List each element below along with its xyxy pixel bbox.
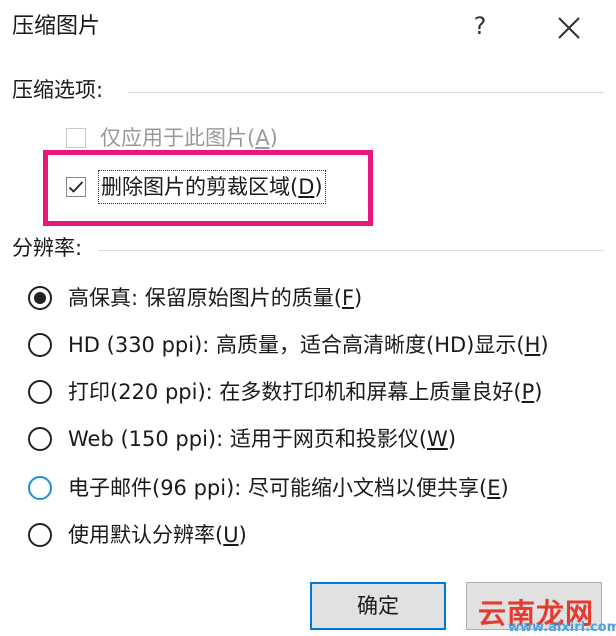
radio-default-resolution[interactable]: 使用默认分辨率(U): [28, 520, 247, 550]
dialog-title: 压缩图片: [12, 14, 101, 39]
close-icon: [558, 17, 580, 39]
radio-button[interactable]: [28, 333, 52, 357]
group-divider: [98, 250, 604, 251]
checkmark-icon: [68, 181, 84, 193]
radio-button[interactable]: [28, 427, 52, 451]
ok-button[interactable]: 确定: [310, 582, 446, 630]
compress-options-label: 压缩选项:: [12, 78, 104, 102]
radio-email-96[interactable]: 电子邮件(96 ppi): 尽可能缩小文档以便共享(E): [28, 473, 509, 503]
radio-label: 电子邮件(96 ppi): 尽可能缩小文档以便共享(E): [68, 476, 509, 500]
radio-web-150[interactable]: Web (150 ppi): 适用于网页和投影仪(W): [28, 424, 456, 454]
radio-label: 使用默认分辨率(U): [68, 523, 247, 547]
group-divider: [128, 92, 604, 93]
watermark-url: www.aixiri.com: [508, 620, 616, 635]
radio-button[interactable]: [28, 476, 52, 500]
resolution-label: 分辨率:: [12, 236, 83, 260]
radio-label: Web (150 ppi): 适用于网页和投影仪(W): [68, 427, 457, 451]
apply-only-checkbox[interactable]: [66, 128, 86, 148]
apply-only-label: 仅应用于此图片(A): [100, 126, 278, 150]
delete-crop-checkbox-row[interactable]: 删除图片的剪裁区域(D): [66, 170, 326, 204]
radio-print-220[interactable]: 打印(220 ppi): 在多数打印机和屏幕上质量良好(P): [28, 377, 542, 407]
radio-label: HD (330 ppi): 高质量，适合高清晰度(HD)显示(H): [68, 333, 549, 357]
radio-hd-330[interactable]: HD (330 ppi): 高质量，适合高清晰度(HD)显示(H): [28, 330, 549, 360]
delete-crop-label: 删除图片的剪裁区域(D): [98, 170, 326, 204]
radio-label: 高保真: 保留原始图片的质量(F): [68, 286, 363, 310]
radio-label: 打印(220 ppi): 在多数打印机和屏幕上质量良好(P): [68, 380, 543, 404]
help-button[interactable]: ?: [462, 8, 498, 44]
delete-crop-checkbox[interactable]: [66, 177, 86, 197]
radio-button[interactable]: [28, 286, 52, 310]
radio-high-fidelity[interactable]: 高保真: 保留原始图片的质量(F): [28, 283, 362, 313]
radio-button[interactable]: [28, 380, 52, 404]
close-button[interactable]: [548, 8, 590, 48]
radio-button[interactable]: [28, 523, 52, 547]
apply-only-checkbox-row[interactable]: 仅应用于此图片(A): [66, 123, 278, 153]
